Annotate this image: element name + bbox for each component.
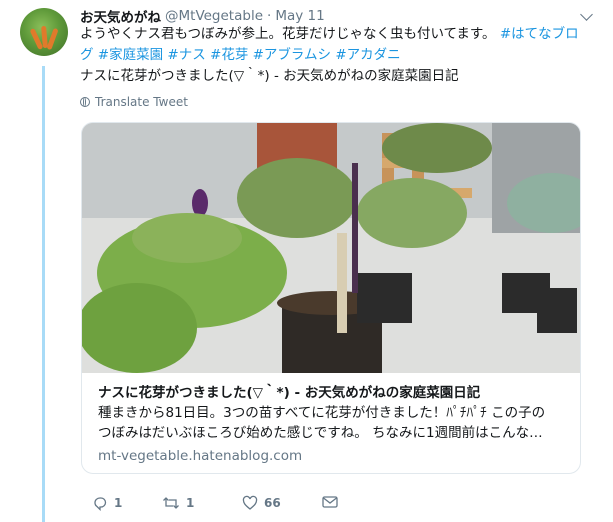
card-image-eggplant-plant xyxy=(82,123,580,373)
translate-tweet-link[interactable]: Translate Tweet xyxy=(80,94,188,110)
thread-connector-line xyxy=(42,66,45,522)
like-count: 66 xyxy=(264,496,281,510)
retweet-button[interactable]: 1 xyxy=(162,495,194,511)
tweet-text-body: ようやくナス君もつぼみが参上。花芽だけじゃなく虫も付いてます。 xyxy=(80,26,496,42)
link-preview-card[interactable]: ナスに花芽がつきました(▽｀*) - お天気めがねの家庭菜園日記 種まきから81… xyxy=(81,122,581,474)
hashtag-link[interactable]: #アカダニ xyxy=(335,47,400,63)
translate-label: Translate Tweet xyxy=(95,95,188,109)
hashtag-link[interactable]: #アブラムシ xyxy=(253,47,331,63)
hashtag-link[interactable]: #花芽 xyxy=(210,47,248,63)
tweet-text: ようやくナス君もつぼみが参上。花芽だけじゃなく虫も付いてます。 #はてなブログ … xyxy=(80,24,585,87)
like-button[interactable]: 66 xyxy=(242,495,281,511)
tweet-link-text: ナスに花芽がつきました(▽｀*) - お天気めがねの家庭菜園日記 xyxy=(80,68,459,84)
reply-icon xyxy=(94,497,107,511)
tweet-header: お天気めがね @MtVegetable · May 11 xyxy=(80,6,593,26)
message-icon xyxy=(322,496,338,508)
hashtag-link[interactable]: #家庭菜園 xyxy=(98,47,163,63)
globe-icon xyxy=(80,97,90,107)
user-handle[interactable]: @MtVegetable xyxy=(165,8,263,24)
card-description-line: 種まきから81日目。3つの苗すべてに花芽が付きました！ﾊﾟﾁﾊﾟﾁ この子の xyxy=(98,405,546,421)
retweet-count: 1 xyxy=(186,496,195,510)
reply-count: 1 xyxy=(114,496,123,510)
tweet-date[interactable]: May 11 xyxy=(275,8,324,24)
hashtag-link[interactable]: #ナス xyxy=(167,47,205,63)
direct-message-button[interactable] xyxy=(322,495,338,509)
tweet-actions: 1 1 66 xyxy=(80,492,580,516)
card-description-line: つぼみはだいぶほころび始めた感じですね。 ちなみに1週間前はこんな… xyxy=(98,425,543,441)
retweet-icon xyxy=(163,497,179,509)
separator-dot: · xyxy=(267,8,272,24)
card-title[interactable]: ナスに花芽がつきました(▽｀*) - お天気めがねの家庭菜園日記 xyxy=(98,381,480,401)
card-description: 種まきから81日目。3つの苗すべてに花芽が付きました！ﾊﾟﾁﾊﾟﾁ この子の つ… xyxy=(98,403,568,443)
reply-button[interactable]: 1 xyxy=(92,495,122,511)
card-domain[interactable]: mt-vegetable.hatenablog.com xyxy=(98,448,302,464)
heart-icon xyxy=(242,495,258,510)
avatar[interactable] xyxy=(20,8,68,56)
display-name[interactable]: お天気めがね xyxy=(80,6,161,26)
